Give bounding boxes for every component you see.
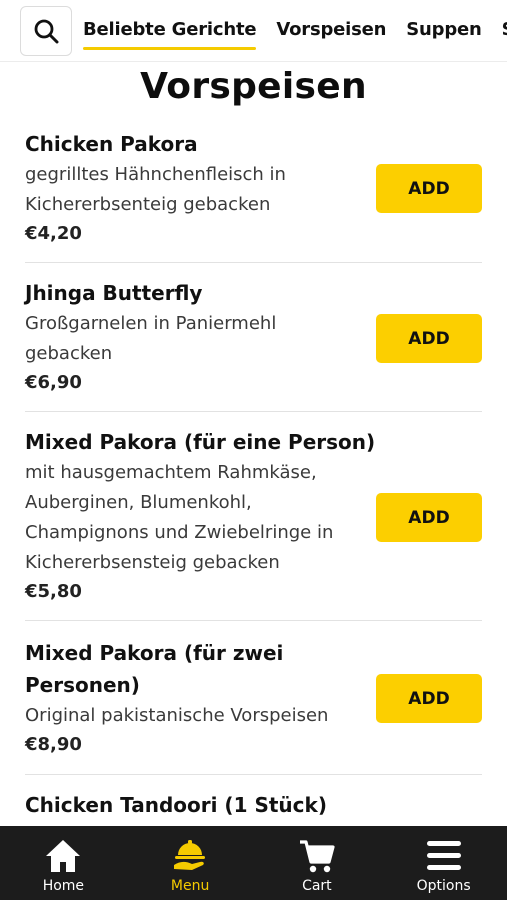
add-button[interactable]: ADD bbox=[376, 314, 482, 363]
menu-item: Mixed Pakora (für eine Person) mit hausg… bbox=[25, 412, 482, 621]
item-price: €5,80 bbox=[25, 581, 82, 602]
item-description: Original pakistanische Vorspeisen bbox=[25, 705, 329, 726]
tab-next[interactable]: S bbox=[502, 19, 507, 44]
cart-icon bbox=[295, 836, 339, 876]
nav-label: Cart bbox=[302, 878, 332, 894]
add-button[interactable]: ADD bbox=[376, 674, 482, 723]
search-icon bbox=[34, 19, 59, 44]
tab-vorspeisen[interactable]: Vorspeisen bbox=[276, 19, 386, 44]
menu-list: Chicken Pakora gegrilltes Hähnchenfleisc… bbox=[0, 126, 507, 835]
nav-label: Home bbox=[42, 878, 85, 894]
menu-icon bbox=[168, 836, 212, 876]
item-price: €6,90 bbox=[25, 372, 82, 393]
item-price: €4,20 bbox=[25, 223, 82, 244]
menu-item: Mixed Pakora (für zwei Personen) Origina… bbox=[25, 621, 482, 775]
nav-options[interactable]: Options bbox=[380, 826, 507, 900]
nav-home[interactable]: Home bbox=[0, 826, 127, 900]
add-button[interactable]: ADD bbox=[376, 164, 482, 213]
item-description: gegrilltes Hähnchenfleisch in Kichererbs… bbox=[25, 164, 286, 215]
add-button[interactable]: ADD bbox=[376, 493, 482, 542]
item-name: Jhinga Butterfly bbox=[25, 281, 203, 305]
item-name: Chicken Pakora bbox=[25, 132, 198, 156]
nav-label: Options bbox=[416, 878, 471, 894]
search-button[interactable] bbox=[20, 6, 72, 56]
item-description: mit hausgemachtem Rahmkäse, Auberginen, … bbox=[25, 462, 334, 573]
options-icon bbox=[422, 836, 466, 876]
item-description: Großgarnelen in Paniermehl gebacken bbox=[25, 313, 277, 364]
nav-cart[interactable]: Cart bbox=[254, 826, 381, 900]
nav-menu[interactable]: Menu bbox=[127, 826, 254, 900]
tab-suppen[interactable]: Suppen bbox=[406, 19, 482, 44]
item-name: Mixed Pakora (für eine Person) bbox=[25, 430, 376, 454]
home-icon bbox=[41, 836, 85, 876]
category-tabs: Beliebte Gerichte Vorspeisen Suppen S bbox=[83, 0, 507, 61]
item-name: Chicken Tandoori (1 Stück) bbox=[25, 793, 327, 817]
tab-beliebte-gerichte[interactable]: Beliebte Gerichte bbox=[83, 19, 257, 50]
bottom-nav: Home Menu Cart Options bbox=[0, 826, 507, 900]
section-title: Vorspeisen bbox=[140, 66, 367, 107]
nav-label: Menu bbox=[170, 878, 210, 894]
menu-item: Jhinga Butterfly Großgarnelen in Panierm… bbox=[25, 263, 482, 412]
item-name: Mixed Pakora (für zwei Personen) bbox=[25, 641, 284, 697]
item-price: €8,90 bbox=[25, 734, 82, 755]
menu-item: Chicken Pakora gegrilltes Hähnchenfleisc… bbox=[25, 126, 482, 263]
category-bar: Beliebte Gerichte Vorspeisen Suppen S bbox=[0, 0, 507, 62]
